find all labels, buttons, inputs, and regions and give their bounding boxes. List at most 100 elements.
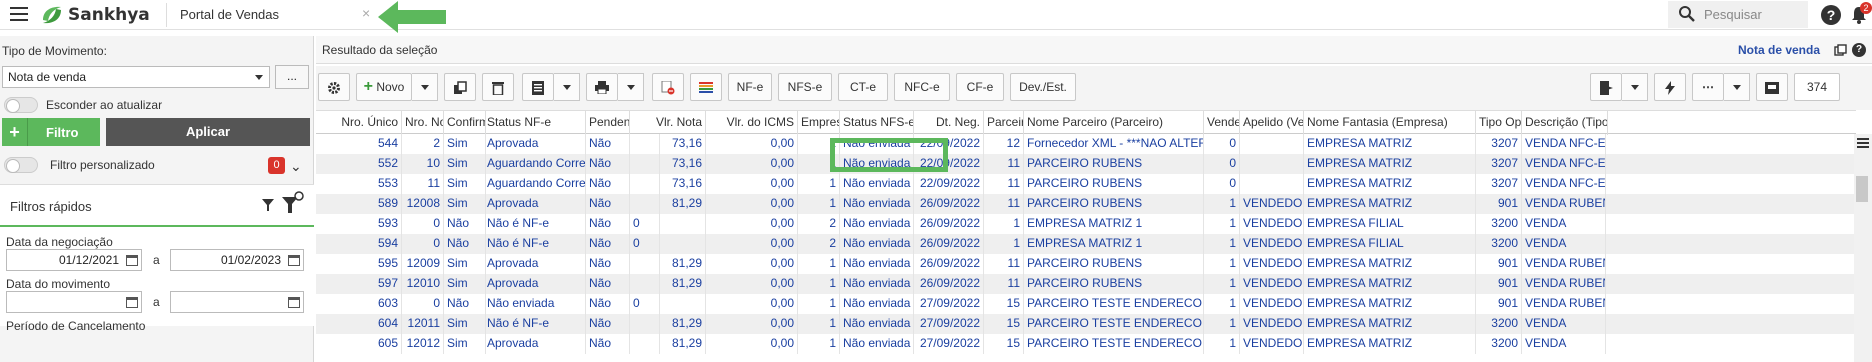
column-header[interactable]: Nro. Nota [402,111,444,135]
table-row[interactable]: 55311SimAguardando CorreçãoNão73,160,001… [316,174,1856,194]
print-button[interactable] [586,73,618,101]
data-negociacao-to-input[interactable]: 01/02/2023 [170,249,304,271]
tab-portal-de-vendas[interactable]: Portal de Vendas [180,7,279,22]
dev-est-button[interactable]: Dev./Est. [1010,73,1076,101]
data-negociacao-from-input[interactable]: 01/12/2021 [6,249,142,271]
calendar-icon[interactable] [288,297,300,308]
table-cell: 11 [984,154,1024,174]
table-cell: EMPRESA MATRIZ [1304,154,1476,174]
filtro-button-label: Filtro [46,125,79,140]
help-icon[interactable]: ? [1852,43,1866,57]
column-header[interactable]: Vendedor [1204,111,1240,135]
nfe-button[interactable]: NF-e [728,73,772,101]
tipo-movimento-select[interactable]: Nota de venda [2,66,270,88]
column-header[interactable]: Tipo Oper. [1476,111,1522,135]
more-dropdown[interactable] [1724,73,1750,101]
table-cell: 27/09/2022 [914,314,984,334]
data-movimento-to-input[interactable] [170,291,304,313]
export-dropdown[interactable] [1622,73,1648,101]
calendar-icon[interactable] [126,255,138,266]
table-row[interactable]: 589 12008 Sim Aprovada Não 81,29 0,00 1 Não envi… [316,194,1856,214]
column-header[interactable]: Status NF-e [484,111,586,135]
clear-filter-icon[interactable] [280,191,304,215]
calendar-icon[interactable] [126,297,138,308]
nfce-button[interactable]: NFC-e [894,73,950,101]
table-cell: VENDEDOR [1240,254,1304,274]
table-row[interactable]: 603 0 Não Não enviada Não 0 0,00 1 Não enviada 27… [316,294,1856,314]
table-row[interactable]: 593 0 Não Não é NF-e Não 0 0,00 2 Não enviada 26/… [316,214,1856,234]
column-header[interactable]: Nro. Único [316,111,402,135]
list-button[interactable] [522,73,554,101]
table-cell: 0 [402,214,444,234]
novo-button[interactable]: + Novo [356,73,412,101]
vertical-scrollbar[interactable] [1854,134,1872,362]
column-header[interactable]: Dt. Neg. [914,111,984,135]
table-row[interactable]: 605 12012 Sim Aprovada Não 81,29 0,00 1 Não envi… [316,334,1856,354]
brand-logo: Sankhya [40,4,150,26]
table-row[interactable]: 597 12010 Sim Aprovada Não 81,29 0,00 1 Não envi… [316,274,1856,294]
export-button[interactable] [1590,73,1622,101]
top-bar: Sankhya Portal de Vendas × Pesquisar ? 2 [0,0,1872,33]
table-cell: Não [444,294,486,314]
table-cell: VENDA [1522,214,1606,234]
column-header[interactable]: Nome Parceiro (Parceiro) [1024,111,1204,135]
table-cell: Não [586,254,630,274]
cancel-document-button[interactable] [652,73,684,101]
table-cell [630,314,660,334]
filtro-button[interactable]: + Filtro [2,118,100,146]
table-row[interactable]: 604 12011 Sim Não é NF-e Não 81,29 0,00 1 Não en… [316,314,1856,334]
settings-button[interactable] [318,73,350,101]
data-movimento-from-input[interactable] [6,291,142,313]
table-cell [660,294,706,314]
calendar-icon[interactable] [288,255,300,266]
lightning-icon [1665,80,1675,95]
help-icon[interactable]: ? [1821,5,1841,25]
table-row[interactable]: 595 12009 Sim Aprovada Não 81,29 0,00 1 Não envi… [316,254,1856,274]
column-header[interactable]: Empresa [798,111,840,135]
action-button[interactable] [1654,73,1686,101]
data-negociacao-from-value: 01/12/2021 [58,253,119,267]
delete-button[interactable] [482,73,514,101]
esconder-toggle[interactable] [4,97,38,113]
aplicar-button[interactable]: Aplicar [106,118,310,146]
table-cell: Não [586,314,630,334]
copy-button[interactable] [444,73,476,101]
column-header[interactable]: Vlr. do ICMS [706,111,798,135]
list-dropdown[interactable] [554,73,580,101]
more-options-button[interactable]: ... [275,65,309,89]
cfe-button[interactable]: CF-e [956,73,1004,101]
chart-button[interactable] [690,73,722,101]
more-button[interactable]: ⋯ [1692,73,1724,101]
menu-icon[interactable] [10,7,28,21]
column-header[interactable]: Confirmada [444,111,486,135]
print-dropdown[interactable] [618,73,644,101]
window-icon[interactable] [1834,44,1847,57]
column-header[interactable]: Nome Fantasia (Empresa) [1304,111,1476,135]
table-cell: PARCEIRO RUBENS [1024,174,1204,194]
annotation-arrow-icon [378,1,446,33]
filter-icon[interactable] [262,199,274,212]
scrollbar-thumb[interactable] [1856,176,1868,202]
table-row[interactable]: 594 0 Não Não é NF-e Não 0 0,00 2 Não enviada 26/… [316,234,1856,254]
nota-de-venda-link[interactable]: Nota de venda [1738,43,1820,57]
cte-button[interactable]: CT-e [838,73,888,101]
column-header[interactable]: Descrição (Tipo) [1522,111,1608,135]
table-row[interactable]: 55210SimAguardando CorreçãoNão 73,160,00 1… [316,154,1856,174]
table-row[interactable]: 544 2 Sim Aprovada Não 73,16 0,00 1 Não enviada 2… [316,134,1856,154]
inbox-button[interactable] [1756,73,1788,101]
column-header[interactable]: Parceiro [984,111,1024,135]
table-cell: Não [586,174,630,194]
column-header[interactable]: Pendente [586,111,630,135]
column-header[interactable]: Apelido (Vendedor) [1240,111,1304,135]
column-header[interactable]: Vlr. Nota [630,111,706,135]
periodo-cancelamento-label: Período de Cancelamento [6,319,146,333]
column-header[interactable]: Status NFS-e [840,111,914,135]
table-cell: Não enviada [840,174,914,194]
filtro-personalizado-toggle[interactable] [4,157,38,173]
novo-dropdown[interactable] [412,73,438,101]
nfse-button[interactable]: NFS-e [778,73,832,101]
column-menu-icon[interactable] [1856,136,1870,150]
close-tab-icon[interactable]: × [362,5,370,21]
table-cell: 2 [798,234,840,254]
expand-chevron-icon[interactable]: ⌄ [290,158,302,175]
